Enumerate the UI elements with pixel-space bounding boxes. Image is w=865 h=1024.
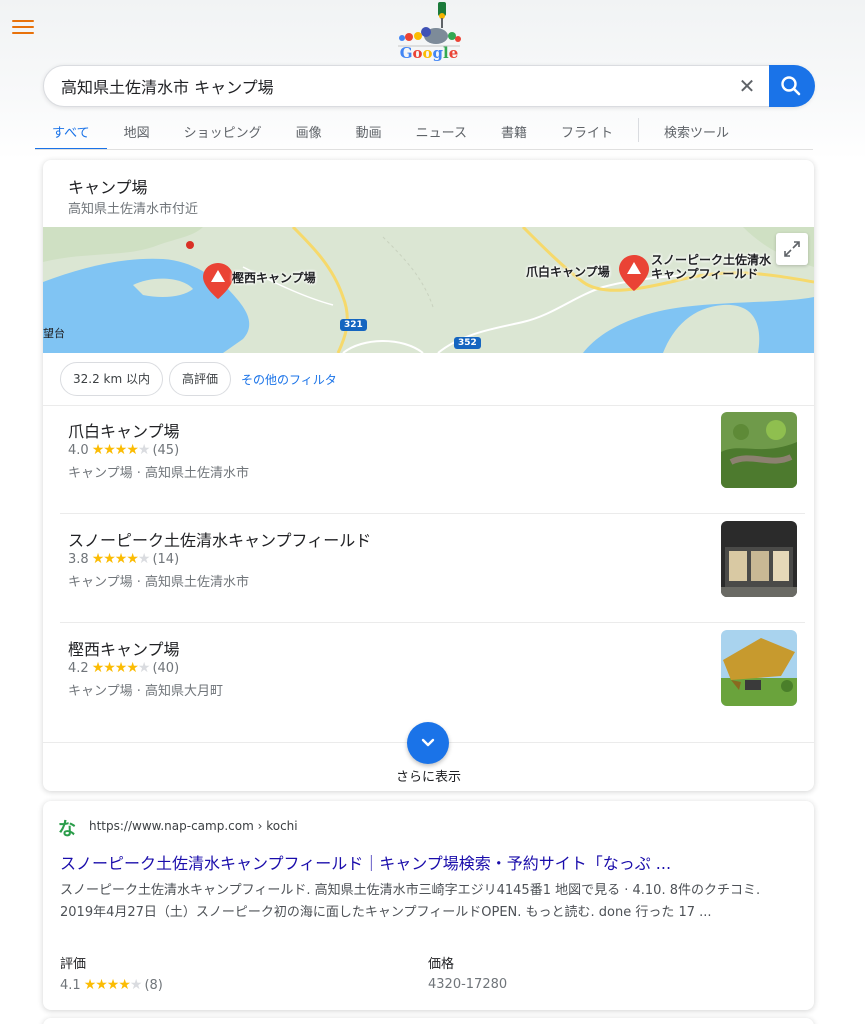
- filter-chip-top-rated[interactable]: 高評価: [169, 362, 232, 396]
- tab-news[interactable]: ニュース: [399, 112, 484, 150]
- result-rating: 4.2 ★★★★★ (40): [68, 660, 179, 676]
- divider: [60, 622, 805, 623]
- tab-shopping[interactable]: ショッピング: [167, 112, 279, 150]
- show-more-button[interactable]: [407, 722, 449, 764]
- next-result-card: [43, 1018, 814, 1024]
- divider: [60, 513, 805, 514]
- tab-images[interactable]: 画像: [279, 112, 339, 150]
- map-preview[interactable]: 樫西キャンプ場 爪白キャンプ場 スノーピーク土佐清水 キャンプフィールド 望台 …: [43, 227, 814, 353]
- road-badge-321: 321: [340, 319, 367, 331]
- site-favicon-icon: な: [58, 819, 76, 840]
- map-image: [43, 227, 814, 353]
- expand-map-button[interactable]: [776, 233, 808, 265]
- price-value: 4320-17280: [428, 977, 508, 992]
- rating-stars: ★★★★★: [91, 551, 151, 567]
- doodle-icon: [398, 2, 461, 47]
- price-label: 価格: [428, 957, 455, 972]
- tab-flights[interactable]: フライト: [544, 112, 630, 150]
- result-thumbnail[interactable]: [721, 412, 797, 488]
- google-doodle-logo[interactable]: Google: [394, 2, 464, 64]
- tab-divider: [638, 118, 640, 142]
- search-input[interactable]: [61, 66, 701, 106]
- local-pack-title: キャンプ場: [68, 178, 148, 197]
- rating-count: (45): [152, 442, 180, 458]
- result-meta: キャンプ場 · 高知県土佐清水市: [68, 466, 250, 481]
- logo-text: Google: [399, 44, 459, 62]
- rating-value: 4.1: [60, 977, 81, 993]
- more-filters-link[interactable]: その他のフィルタ: [241, 371, 337, 388]
- chevron-down-icon: [421, 738, 435, 747]
- result-rating: 4.0 ★★★★★ (45): [68, 442, 179, 458]
- result-name: スノーピーク土佐清水キャンプフィールド: [68, 531, 372, 550]
- search-icon: [781, 76, 801, 96]
- result-name: 樫西キャンプ場: [68, 640, 180, 659]
- tent-photo: [721, 630, 797, 706]
- rating-count: (40): [152, 660, 180, 676]
- map-side-label: 望台: [43, 327, 65, 340]
- web-result-card: な https://www.nap-camp.com › kochi スノーピー…: [43, 801, 814, 1010]
- header-divider: [35, 149, 813, 150]
- filter-bar: 32.2 km 以内 高評価 その他のフィルタ: [60, 362, 337, 396]
- result-meta: キャンプ場 · 高知県土佐清水市: [68, 575, 250, 590]
- map-label-snowpeak-line1: スノーピーク土佐清水: [651, 253, 772, 267]
- tab-books[interactable]: 書籍: [484, 112, 544, 150]
- result-snippet: スノーピーク土佐清水キャンプフィールド. 高知県土佐清水市三崎字エジリ4145番…: [60, 883, 761, 920]
- rating-value: 4.2: [68, 660, 89, 676]
- rating-row: 4.1 ★★★★★ (8): [60, 977, 163, 993]
- local-results-card: キャンプ場 高知県土佐清水市付近 樫西キャンプ場 爪白キャンプ場 スノーピーク土…: [43, 160, 814, 791]
- result-name: 爪白キャンプ場: [68, 422, 180, 441]
- search-button[interactable]: [769, 65, 815, 107]
- result-rating: 3.8 ★★★★★ (14): [68, 551, 179, 567]
- map-label-tsumashiro: 爪白キャンプ場: [526, 265, 610, 279]
- tab-videos[interactable]: 動画: [339, 112, 399, 150]
- show-more-label[interactable]: さらに表示: [43, 766, 814, 785]
- result-thumbnail[interactable]: [721, 521, 797, 597]
- tab-maps[interactable]: 地図: [107, 112, 167, 150]
- map-label-snowpeak-line2: キャンプフィールド: [651, 267, 759, 281]
- road-badge-352: 352: [454, 337, 481, 349]
- map-label-kashinishi: 樫西キャンプ場: [232, 271, 316, 285]
- tab-search-tools[interactable]: 検索ツール: [647, 112, 746, 150]
- rating-value: 4.0: [68, 442, 89, 458]
- local-result-item[interactable]: 爪白キャンプ場 4.0 ★★★★★ (45) キャンプ場 · 高知県土佐清水市: [43, 412, 814, 518]
- tab-all[interactable]: すべて: [35, 112, 107, 150]
- result-title-link[interactable]: スノーピーク土佐清水キャンプフィールド｜キャンプ場検索・予約サイト「なっぷ ..…: [60, 850, 671, 874]
- clear-search-icon[interactable]: ✕: [735, 74, 759, 98]
- local-pack-subtitle: 高知県土佐清水市付近: [68, 202, 199, 217]
- hamburger-menu-icon[interactable]: [12, 20, 34, 38]
- result-url[interactable]: https://www.nap-camp.com › kochi: [89, 819, 298, 833]
- result-thumbnail[interactable]: [721, 630, 797, 706]
- divider: [43, 405, 814, 406]
- rating-stars: ★★★★★: [91, 660, 151, 676]
- local-result-item[interactable]: 樫西キャンプ場 4.2 ★★★★★ (40) キャンプ場 · 高知県大月町: [43, 630, 814, 736]
- result-meta: キャンプ場 · 高知県大月町: [68, 684, 224, 699]
- rating-stars: ★★★★★: [91, 442, 151, 458]
- campsite-photo: [721, 412, 797, 488]
- rating-count: (14): [152, 551, 180, 567]
- local-result-item[interactable]: スノーピーク土佐清水キャンプフィールド 3.8 ★★★★★ (14) キャンプ場…: [43, 521, 814, 627]
- storefront-photo: [721, 521, 797, 597]
- rating-value: 3.8: [68, 551, 89, 567]
- rating-label: 評価: [60, 957, 87, 972]
- rating-stars: ★★★★★: [83, 977, 143, 993]
- filter-chip-distance[interactable]: 32.2 km 以内: [60, 362, 163, 396]
- search-bar: ✕: [43, 65, 815, 107]
- expand-icon: [784, 241, 800, 257]
- rating-count: (8): [144, 977, 163, 993]
- search-tabs: すべて 地図 ショッピング 画像 動画 ニュース 書籍 フライト 検索ツール: [35, 112, 746, 150]
